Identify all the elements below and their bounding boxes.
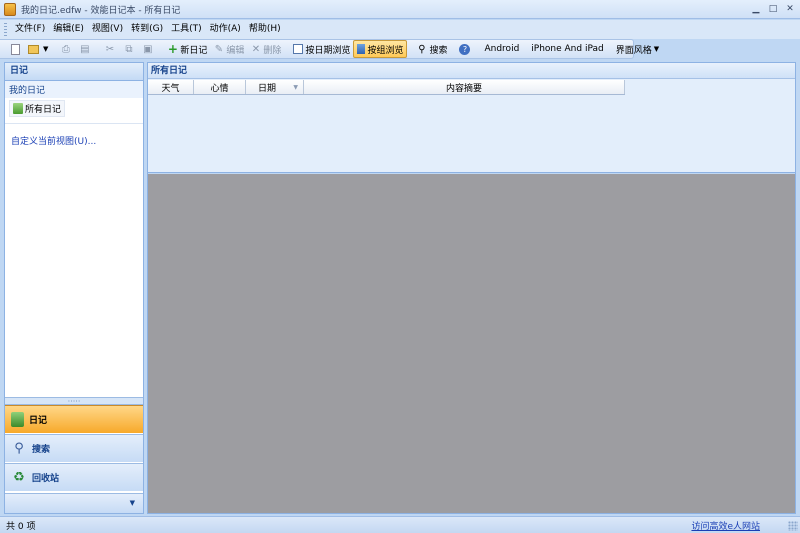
menu-tools[interactable]: 工具(T) (167, 20, 206, 39)
chevron-down-icon: ▼ (653, 45, 660, 53)
edit-icon: ✎ (214, 43, 224, 55)
help-icon: ? (459, 43, 471, 55)
search-button[interactable]: ⚲ 搜索 (413, 40, 450, 58)
website-link[interactable]: 访问高效e人网站 (691, 519, 760, 532)
diary-book-icon (13, 103, 23, 114)
diary-app-icon (4, 2, 16, 16)
print-button[interactable]: ⎙ (57, 40, 76, 58)
toolbar: ▼ ⎙ ▤ ✂ ⧉ ▣ + 新日记 ✎ 编辑 ✕ 删除 按日期浏览 按组浏览 ⚲ 搜索 … (0, 39, 659, 59)
copy-button[interactable]: ⧉ (120, 40, 139, 58)
menu-grip[interactable] (4, 23, 7, 36)
print-icon: ⎙ (61, 43, 70, 55)
maximize-icon[interactable]: □ (765, 2, 781, 16)
column-header-summary[interactable]: 内容摘要 (304, 80, 625, 94)
ui-style-button[interactable]: 界面风格 ▼ (613, 40, 662, 58)
nav-button-search[interactable]: ⚲ 搜索 (5, 434, 143, 462)
navigation-pane: 日记 我的日记 所有日记 自定义当前视图(U)... ····· 日记 ⚲ 搜索… (4, 62, 144, 514)
recycle-bin-icon: ♻ (13, 470, 25, 485)
nav-recycle-label: 回收站 (32, 474, 60, 484)
nav-diary-label: 日记 (29, 416, 48, 426)
item-count: 共 0 项 (6, 521, 36, 532)
new-file-icon (11, 43, 20, 55)
sort-descending-icon: ▼ (293, 83, 298, 91)
print-preview-button[interactable]: ▤ (76, 40, 95, 58)
my-diary-section: 我的日记 (5, 81, 143, 98)
menu-view[interactable]: 视图(V) (88, 20, 127, 39)
delete-icon: ✕ (251, 43, 261, 55)
status-bar: 共 0 项 访问高效e人网站 (0, 516, 800, 533)
diary-list-area: 所有日记 天气 心情 日期 ▼ 内容摘要 (148, 63, 795, 173)
column-date-label: 日期 (258, 83, 277, 94)
window-title: 我的日记.edfw - 效能日记本 - 所有日记 (21, 5, 181, 16)
column-header-weather[interactable]: 天气 (148, 80, 194, 94)
plus-icon: + (167, 41, 178, 56)
content-pane: 所有日记 天气 心情 日期 ▼ 内容摘要 (147, 62, 796, 514)
android-button[interactable]: Android (481, 40, 522, 58)
diary-preview-area (148, 174, 795, 513)
group-icon (357, 44, 366, 54)
tree-item-all-diaries[interactable]: 所有日记 (9, 100, 65, 117)
new-diary-button[interactable]: + 新日记 (164, 40, 210, 58)
nav-button-recycle-bin[interactable]: ♻ 回收站 (5, 463, 143, 491)
new-file-button[interactable] (8, 40, 25, 58)
search-label: 搜索 (429, 45, 448, 56)
open-button[interactable]: ▼ (25, 40, 51, 58)
help-button[interactable]: ? (456, 40, 475, 58)
edit-button[interactable]: ✎ 编辑 (210, 40, 247, 58)
menu-actions[interactable]: 动作(A) (206, 20, 245, 39)
paste-button[interactable]: ▣ (139, 40, 158, 58)
diary-book-icon (11, 412, 24, 427)
menu-help[interactable]: 帮助(H) (245, 20, 285, 39)
close-icon[interactable]: ✕ (782, 2, 798, 16)
browse-by-date-label: 按日期浏览 (305, 45, 351, 56)
list-title: 所有日记 (148, 63, 795, 79)
nav-button-diary[interactable]: 日记 (5, 405, 143, 433)
new-diary-label: 新日记 (180, 45, 208, 56)
delete-button[interactable]: ✕ 删除 (247, 40, 284, 58)
menu-edit[interactable]: 编辑(E) (49, 20, 88, 39)
chevron-down-icon: ▼ (43, 45, 49, 53)
open-folder-icon (28, 44, 39, 54)
window-controls: ▁ □ ✕ (748, 2, 798, 16)
menu-bar: 文件(F) 编辑(E) 视图(V) 转到(G) 工具(T) 动作(A) 帮助(H… (0, 20, 800, 39)
minimize-icon[interactable]: ▁ (748, 2, 764, 16)
column-header-date[interactable]: 日期 ▼ (246, 80, 304, 94)
calendar-icon (293, 44, 304, 54)
cut-button[interactable]: ✂ (101, 40, 120, 58)
delete-label: 删除 (263, 45, 282, 56)
grid-header: 天气 心情 日期 ▼ 内容摘要 (148, 80, 625, 95)
customize-view-link[interactable]: 自定义当前视图(U)... (5, 123, 143, 157)
search-icon: ⚲ (14, 441, 24, 456)
copy-icon: ⧉ (125, 43, 133, 55)
pane-splitter[interactable]: ····· (5, 397, 143, 406)
browse-by-group-label: 按组浏览 (367, 45, 404, 56)
edit-label: 编辑 (226, 45, 245, 56)
resize-grip-icon[interactable] (788, 521, 798, 531)
search-icon: ⚲ (418, 43, 426, 55)
nav-search-label: 搜索 (32, 445, 51, 455)
print-preview-icon: ▤ (80, 43, 90, 55)
paste-icon: ▣ (143, 43, 153, 55)
nav-pane-footer[interactable]: ▼ (5, 493, 143, 513)
chevron-down-icon: ▼ (129, 499, 135, 507)
title-bar: 我的日记.edfw - 效能日记本 - 所有日记 ▁ □ ✕ (0, 0, 800, 19)
iphone-ipad-button[interactable]: iPhone And iPad (528, 40, 606, 58)
menu-goto[interactable]: 转到(G) (127, 20, 167, 39)
menu-file[interactable]: 文件(F) (11, 20, 49, 39)
column-header-mood[interactable]: 心情 (194, 80, 246, 94)
navigation-pane-header: 日记 (5, 63, 143, 81)
tree-item-label: 所有日记 (25, 105, 62, 115)
cut-icon: ✂ (105, 43, 115, 55)
browse-by-group-button[interactable]: 按组浏览 (353, 40, 408, 58)
ui-style-label: 界面风格 (615, 45, 652, 56)
browse-by-date-button[interactable]: 按日期浏览 (290, 40, 353, 58)
